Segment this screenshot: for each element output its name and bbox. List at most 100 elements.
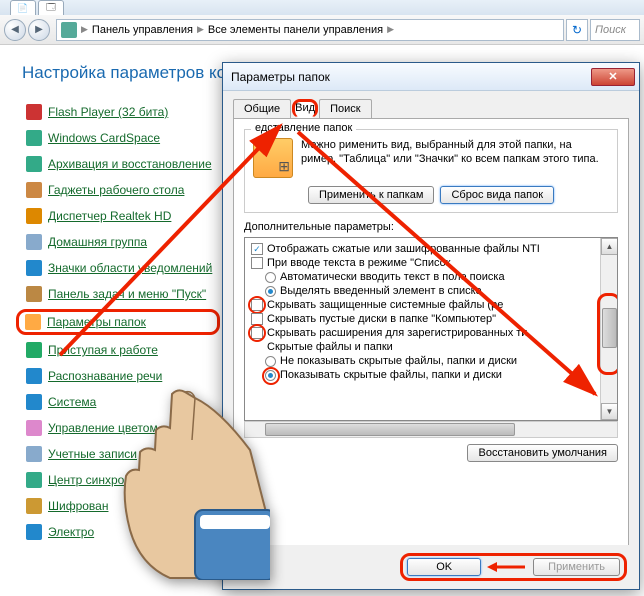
- sidebar-item[interactable]: Значки области уведомлений: [22, 255, 214, 281]
- sidebar-item[interactable]: Архивация и восстановление: [22, 151, 214, 177]
- scrollbar-thumb[interactable]: [265, 423, 515, 436]
- sidebar-item-icon: [26, 498, 42, 514]
- tree-row-label: Отображать сжатые или зашифрованные файл…: [267, 243, 540, 255]
- chevron-right-icon: ▶: [197, 24, 204, 35]
- tree-row[interactable]: При вводе текста в режиме "Список: [251, 256, 617, 270]
- close-button[interactable]: ✕: [591, 68, 635, 86]
- tree-row-label: Выделять введенный элемент в списке: [280, 285, 482, 297]
- tree-row[interactable]: Выделять введенный элемент в списке: [251, 284, 617, 298]
- group-description: Можно рименить вид, выбранный для этой п…: [301, 138, 609, 167]
- sidebar-item-icon: [26, 156, 42, 172]
- advanced-settings-tree[interactable]: ✓ Отображать сжатые или зашифрованные фай…: [244, 237, 618, 421]
- advanced-params-label: Дополнительные параметры:: [244, 221, 618, 233]
- tab-search[interactable]: Поиск: [319, 99, 371, 118]
- sidebar-item-label: Панель задач и меню "Пуск": [48, 287, 206, 301]
- sidebar-item[interactable]: Приступая к работе: [22, 337, 214, 363]
- tree-row[interactable]: Скрытые файлы и папки: [251, 340, 617, 354]
- sidebar-item[interactable]: Диспетчер Realtek HD: [22, 203, 214, 229]
- dialog-title: Параметры папок: [231, 70, 591, 84]
- sidebar-item-label: Значки области уведомлений: [48, 261, 212, 275]
- sidebar-item-icon: [26, 472, 42, 488]
- sidebar-item-icon: [26, 368, 42, 384]
- sidebar-item-label: Windows CardSpace: [48, 131, 160, 145]
- sidebar-item-icon: [26, 130, 42, 146]
- checkbox[interactable]: [251, 327, 263, 339]
- sidebar-item[interactable]: Гаджеты рабочего стола: [22, 177, 214, 203]
- window-tabs: 📄 🗔: [0, 0, 644, 15]
- breadcrumb-part[interactable]: Все элементы панели управления: [208, 24, 383, 36]
- tree-row[interactable]: Скрывать пустые диски в папке "Компьютер…: [251, 312, 617, 326]
- tree-row-label: Скрывать расширения для зарегистрированн…: [267, 327, 527, 339]
- tree-row-label: Скрывать защищенные системные файлы (ре: [267, 299, 503, 311]
- tree-row[interactable]: Не показывать скрытые файлы, папки и дис…: [251, 354, 617, 368]
- control-panel-icon: [61, 22, 77, 38]
- tree-row-label: Скрытые файлы и папки: [267, 341, 393, 353]
- sidebar-item-icon: [26, 104, 42, 120]
- dialog-titlebar[interactable]: Параметры папок ✕: [223, 63, 639, 91]
- breadcrumb-part[interactable]: Панель управления: [92, 24, 193, 36]
- tab-general[interactable]: Общие: [233, 99, 291, 118]
- horizontal-scrollbar[interactable]: [244, 421, 618, 438]
- sidebar-item[interactable]: Flash Player (32 бита): [22, 99, 214, 125]
- refresh-button[interactable]: ↻: [566, 19, 588, 41]
- sidebar-item-label: Flash Player (32 бита): [48, 105, 168, 119]
- annotation-hand-pointer: [100, 380, 270, 580]
- sidebar-item-icon: [26, 420, 42, 436]
- tab-hint: 🗔: [38, 0, 64, 15]
- tree-row[interactable]: ✓ Отображать сжатые или зашифрованные фай…: [251, 242, 617, 256]
- folder-view-group: едставление папок Можно рименить вид, вы…: [244, 129, 618, 213]
- sidebar-item-label: Домашняя группа: [48, 235, 147, 249]
- sidebar-item-icon: [26, 260, 42, 276]
- reset-folders-button[interactable]: Сброс вида папок: [440, 186, 554, 204]
- back-button[interactable]: ◀: [4, 19, 26, 41]
- annotation-highlight: OK Применить: [400, 553, 627, 581]
- folder-icon: [253, 138, 293, 178]
- tree-row[interactable]: Скрывать защищенные системные файлы (ре: [251, 298, 617, 312]
- sidebar-item[interactable]: Windows CardSpace: [22, 125, 214, 151]
- scroll-up-icon[interactable]: ▲: [601, 238, 618, 255]
- apply-button[interactable]: Применить: [533, 558, 620, 576]
- sidebar-item[interactable]: Панель задач и меню "Пуск": [22, 281, 214, 307]
- tree-row[interactable]: Скрывать расширения для зарегистрированн…: [251, 326, 617, 340]
- checkbox[interactable]: [251, 299, 263, 311]
- radio[interactable]: [265, 272, 276, 283]
- radio[interactable]: [265, 356, 276, 367]
- apply-to-folders-button[interactable]: Применить к папкам: [308, 186, 435, 204]
- restore-defaults-button[interactable]: Восстановить умолчания: [467, 444, 618, 462]
- tab-hint: 📄: [10, 0, 36, 15]
- sidebar-item[interactable]: Параметры папок: [16, 309, 220, 335]
- radio[interactable]: [265, 370, 276, 381]
- annotation-highlight: [597, 293, 618, 375]
- tab-view[interactable]: Вид: [292, 99, 318, 118]
- tree-row[interactable]: Показывать скрытые файлы, папки и диски: [251, 368, 617, 382]
- sidebar-item-icon: [26, 182, 42, 198]
- sidebar-item-icon: [26, 234, 42, 250]
- forward-button[interactable]: ▶: [28, 19, 50, 41]
- sidebar-item-icon: [26, 286, 42, 302]
- sidebar-item-icon: [26, 446, 42, 462]
- tree-row-label: Скрывать пустые диски в папке "Компьютер…: [267, 313, 496, 325]
- folder-options-dialog: Параметры папок ✕ Общие Вид Поиск едстав…: [222, 62, 640, 590]
- breadcrumb-path[interactable]: ▶ Панель управления ▶ Все элементы панел…: [56, 19, 564, 41]
- checkbox[interactable]: ✓: [251, 243, 263, 255]
- ok-button[interactable]: OK: [407, 558, 481, 576]
- chevron-right-icon: ▶: [387, 24, 394, 35]
- sidebar-item-icon: [26, 208, 42, 224]
- radio[interactable]: [265, 286, 276, 297]
- tree-row[interactable]: Автоматически вводить текст в поле поиск…: [251, 270, 617, 284]
- dialog-footer: OK Применить: [223, 545, 639, 589]
- tree-row-label: При вводе текста в режиме "Список: [267, 257, 451, 269]
- breadcrumb-bar: ◀ ▶ ▶ Панель управления ▶ Все элементы п…: [0, 15, 644, 45]
- search-input[interactable]: Поиск: [590, 19, 640, 41]
- dialog-tabs: Общие Вид Поиск: [233, 99, 629, 119]
- sidebar-item-label: Приступая к работе: [48, 343, 158, 357]
- tree-row-label: Автоматически вводить текст в поле поиск…: [280, 271, 505, 283]
- annotation-highlight: [248, 296, 266, 314]
- sidebar-item-label: Архивация и восстановление: [48, 157, 212, 171]
- sidebar-item-label: Система: [48, 395, 96, 409]
- sidebar-item-icon: [26, 394, 42, 410]
- checkbox[interactable]: [251, 257, 263, 269]
- scroll-down-icon[interactable]: ▼: [601, 403, 618, 420]
- sidebar-item-label: Гаджеты рабочего стола: [48, 183, 184, 197]
- sidebar-item[interactable]: Домашняя группа: [22, 229, 214, 255]
